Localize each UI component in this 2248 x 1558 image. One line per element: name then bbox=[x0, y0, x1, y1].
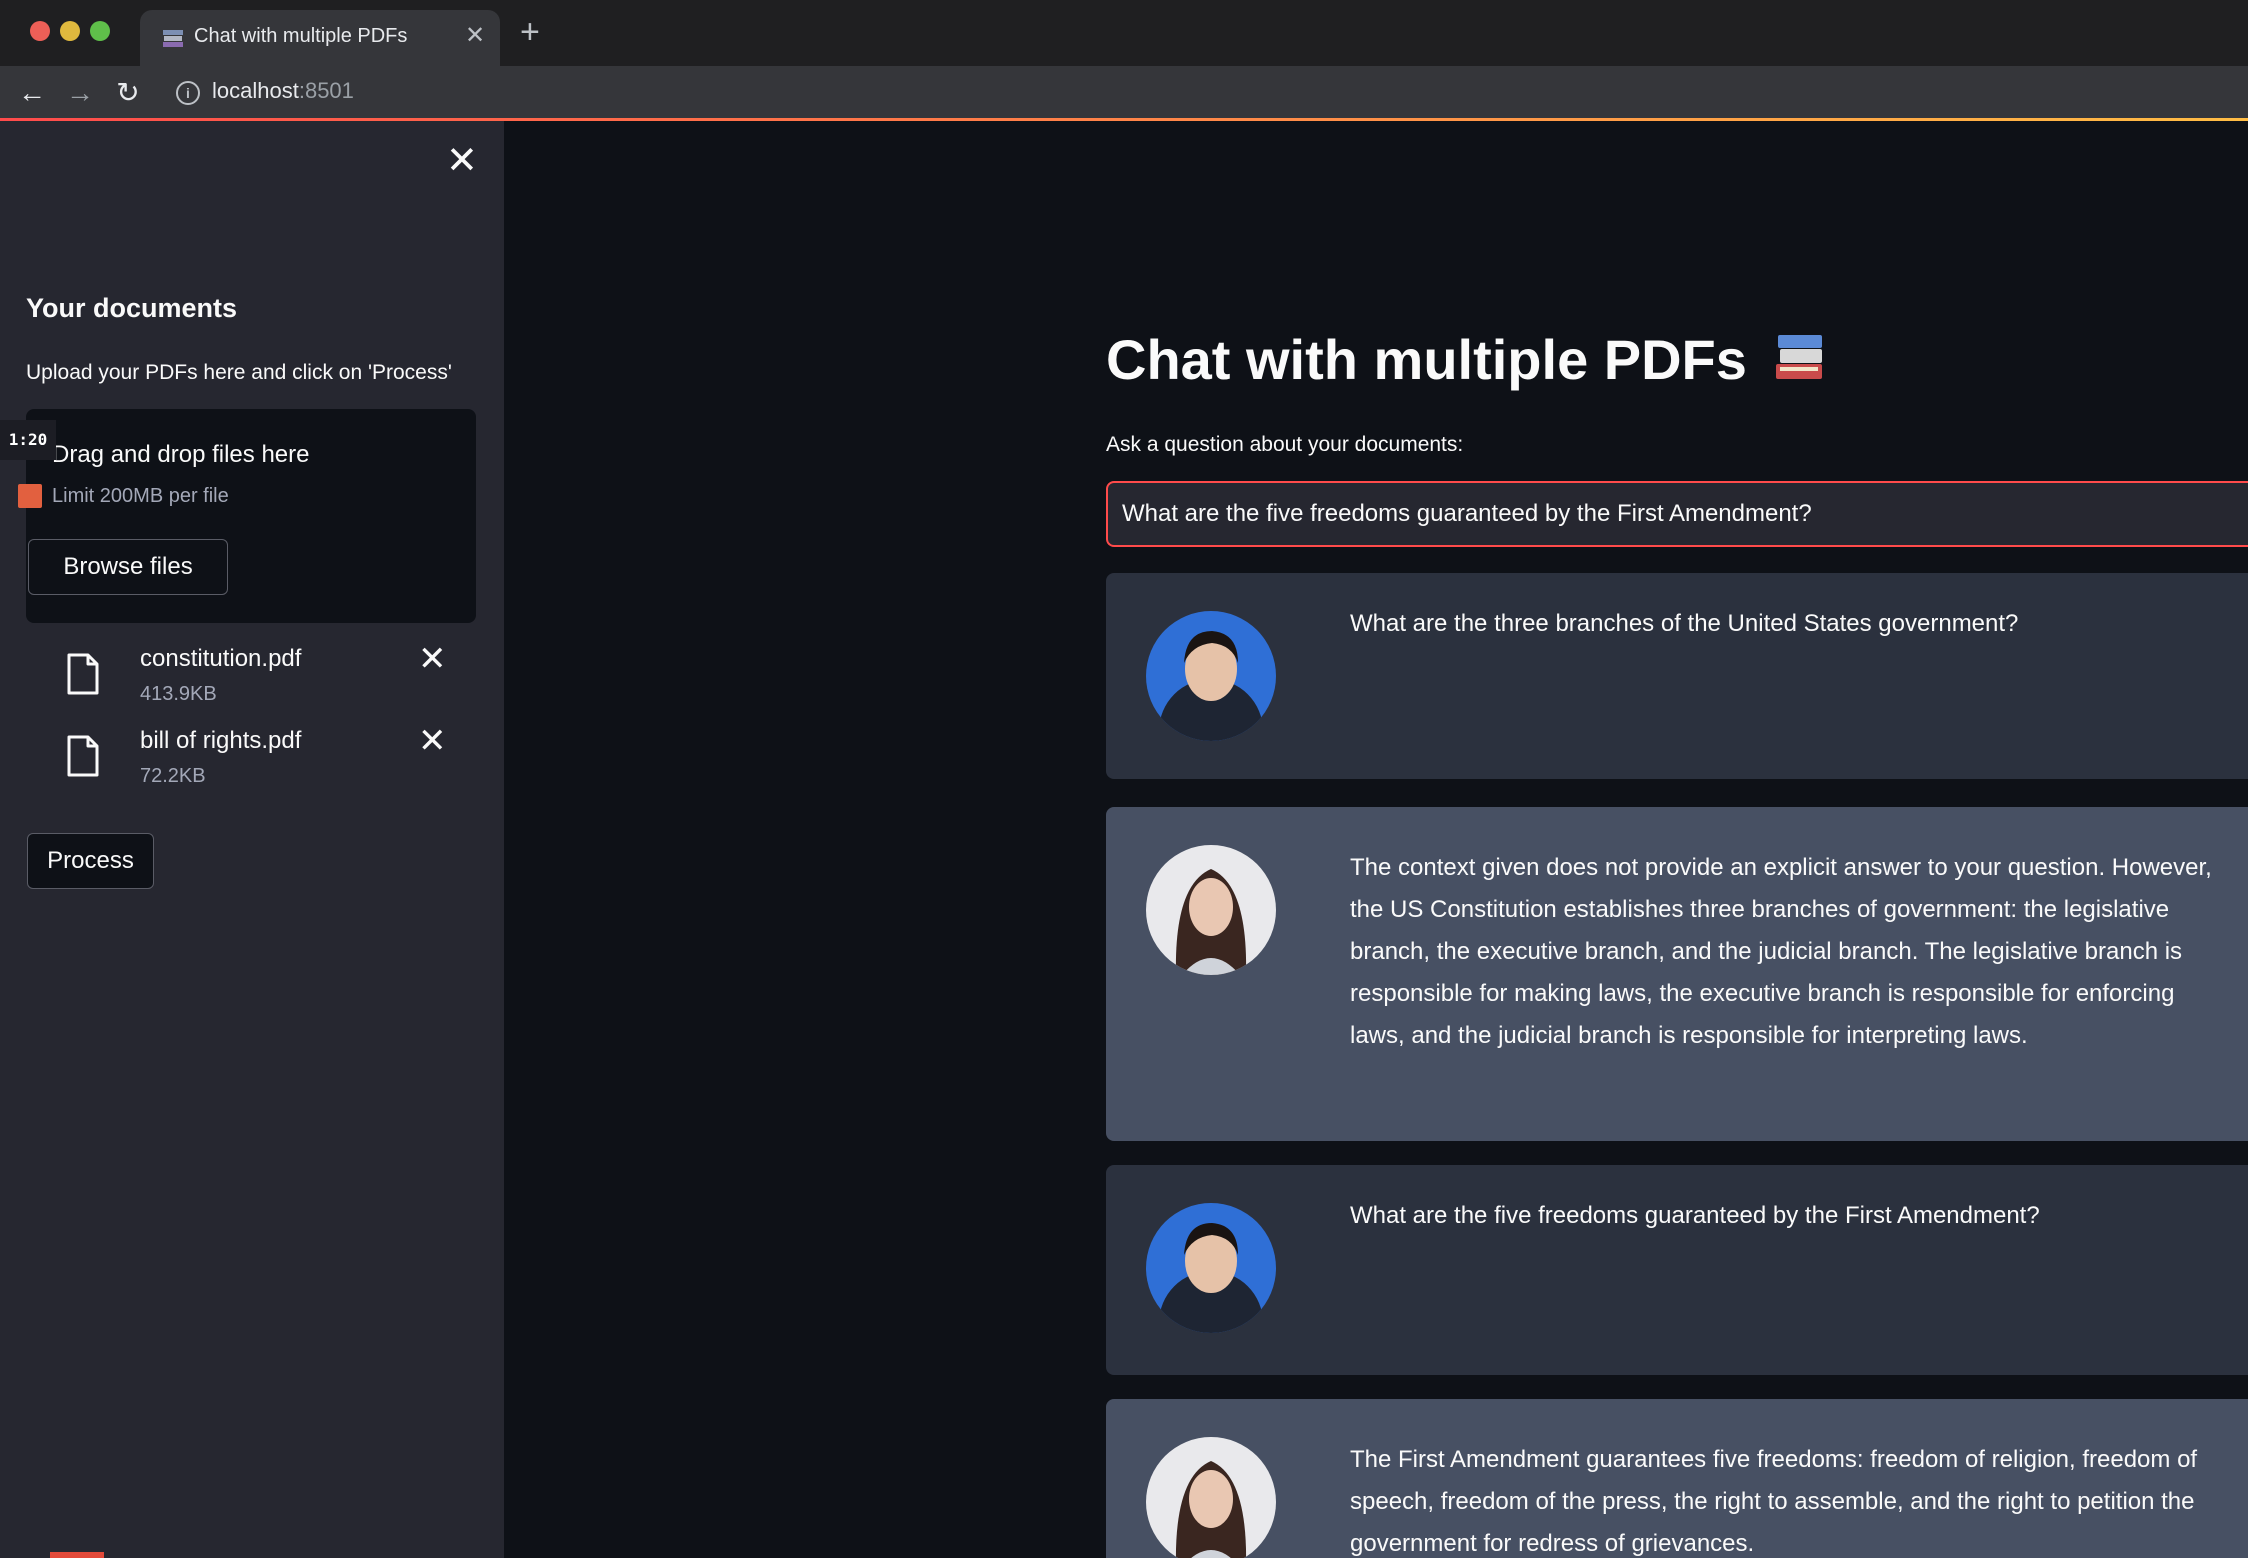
uploaded-file-item: bill of rights.pdf 72.2KB ✕ bbox=[60, 723, 460, 799]
file-icon bbox=[67, 735, 99, 777]
address-bar[interactable]: localhost:8501 bbox=[212, 78, 354, 104]
close-icon[interactable]: ✕ bbox=[418, 641, 447, 677]
browser-tab[interactable]: Chat with multiple PDFs ✕ bbox=[140, 10, 500, 66]
file-size: 413.9KB bbox=[140, 683, 217, 705]
books-icon bbox=[163, 30, 183, 47]
browser-toolbar: ← → ↻ i localhost:8501 bbox=[0, 66, 2248, 120]
sidebar-title: Your documents bbox=[26, 293, 238, 323]
chat-message-bot: The context given does not provide an ex… bbox=[1106, 807, 2248, 1141]
page-title: Chat with multiple PDFs bbox=[1106, 327, 1828, 392]
url-port: :8501 bbox=[298, 78, 354, 103]
dropzone-limit: Limit 200MB per file bbox=[52, 485, 229, 507]
sidebar: ✕ Your documents Upload your PDFs here a… bbox=[0, 121, 504, 1558]
sidebar-close-icon[interactable]: ✕ bbox=[446, 141, 478, 181]
chat-message-user: What are the five freedoms guaranteed by… bbox=[1106, 1165, 2248, 1375]
browse-files-button[interactable]: Browse files bbox=[28, 539, 228, 595]
user-avatar bbox=[1146, 1203, 1276, 1333]
books-emoji-icon bbox=[1776, 335, 1823, 379]
question-input[interactable] bbox=[1106, 481, 2248, 547]
tab-close-icon[interactable]: ✕ bbox=[465, 22, 485, 50]
file-name: constitution.pdf bbox=[140, 645, 302, 672]
dropzone-title: Drag and drop files here bbox=[52, 441, 310, 468]
file-size: 72.2KB bbox=[140, 765, 206, 787]
message-text: What are the five freedoms guaranteed by… bbox=[1350, 1202, 2040, 1229]
bot-avatar bbox=[1146, 1437, 1276, 1558]
browser-tab-bar: Chat with multiple PDFs ✕ + bbox=[0, 0, 2248, 66]
message-text: The First Amendment guarantees five free… bbox=[1350, 1446, 2198, 1557]
question-label: Ask a question about your documents: bbox=[1106, 433, 1464, 456]
new-tab-button[interactable]: + bbox=[520, 15, 540, 49]
chat-message-bot: The First Amendment guarantees five free… bbox=[1106, 1399, 2248, 1558]
url-host: localhost bbox=[212, 78, 299, 103]
uploaded-file-item: constitution.pdf 413.9KB ✕ bbox=[60, 641, 460, 717]
page-title-text: Chat with multiple PDFs bbox=[1106, 328, 1747, 391]
window-maximize-button[interactable] bbox=[90, 21, 110, 41]
stop-recording-icon[interactable] bbox=[18, 484, 42, 508]
file-icon bbox=[67, 653, 99, 695]
main-content: Chat with multiple PDFs Ask a question a… bbox=[504, 121, 2248, 1558]
sidebar-subtitle: Upload your PDFs here and click on 'Proc… bbox=[26, 361, 452, 384]
window-close-button[interactable] bbox=[30, 21, 50, 41]
progress-indicator bbox=[50, 1552, 104, 1558]
site-info-icon[interactable]: i bbox=[176, 81, 200, 105]
process-button[interactable]: Process bbox=[27, 833, 154, 889]
chat-message-user: What are the three branches of the Unite… bbox=[1106, 573, 2248, 779]
user-avatar bbox=[1146, 611, 1276, 741]
back-arrow-icon[interactable]: ← bbox=[14, 75, 50, 111]
window-minimize-button[interactable] bbox=[60, 21, 80, 41]
message-text: What are the three branches of the Unite… bbox=[1350, 610, 2019, 637]
message-text: The context given does not provide an ex… bbox=[1350, 854, 2212, 1049]
bot-avatar bbox=[1146, 845, 1276, 975]
forward-arrow-icon[interactable]: → bbox=[62, 75, 98, 111]
close-icon[interactable]: ✕ bbox=[418, 723, 447, 759]
recording-timer: 1:20 bbox=[0, 420, 56, 460]
file-name: bill of rights.pdf bbox=[140, 727, 302, 754]
reload-icon[interactable]: ↻ bbox=[110, 75, 146, 111]
tab-title: Chat with multiple PDFs bbox=[194, 25, 408, 47]
